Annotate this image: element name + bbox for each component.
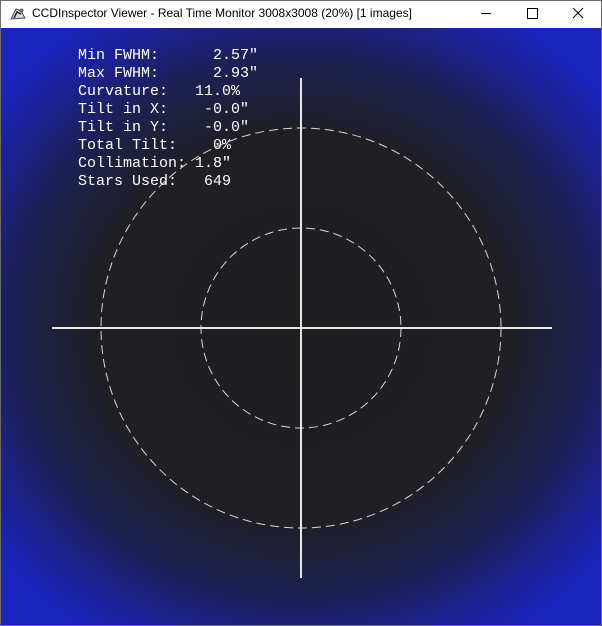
title-bar[interactable]: CCDInspector Viewer - Real Time Monitor … [1,1,601,28]
window-title: CCDInspector Viewer - Real Time Monitor … [32,6,412,20]
stat-value: 0% [213,137,232,154]
stat-value: -0.0" [204,101,250,118]
close-button[interactable] [555,1,601,28]
stat-label: Total Tilt: [78,137,214,154]
stat-label: Stars Used: [78,173,205,190]
image-viewport[interactable]: Min FWHM: 2.57" Max FWHM: 2.93" Curvatur… [1,28,601,625]
stat-value: 1.8" [195,155,232,172]
stat-label: Min FWHM: [78,47,214,64]
stat-label: Collimation: [78,155,196,172]
close-icon [572,7,584,19]
stat-value: 2.57" [213,47,259,64]
stat-value: 2.93" [213,65,259,82]
stat-value: 649 [204,173,232,190]
stat-value: 11.0% [195,83,241,100]
stat-label: Tilt in Y: [78,119,205,136]
maximize-icon [527,8,538,19]
minimize-icon [481,13,491,14]
stat-min-fwhm: Min FWHM: 2.57" [6,29,258,64]
stat-label: Max FWHM: [78,65,214,82]
stat-label: Tilt in X: [78,101,205,118]
ccdinspector-viewer-window: CCDInspector Viewer - Real Time Monitor … [0,0,602,626]
stat-value: -0.0" [204,119,250,136]
statistics-panel: Min FWHM: 2.57" Max FWHM: 2.93" Curvatur… [6,29,259,190]
minimize-button[interactable] [463,1,509,28]
stat-label: Curvature: [78,83,196,100]
maximize-button[interactable] [509,1,555,28]
ccdinspector-app-icon[interactable] [10,6,26,22]
